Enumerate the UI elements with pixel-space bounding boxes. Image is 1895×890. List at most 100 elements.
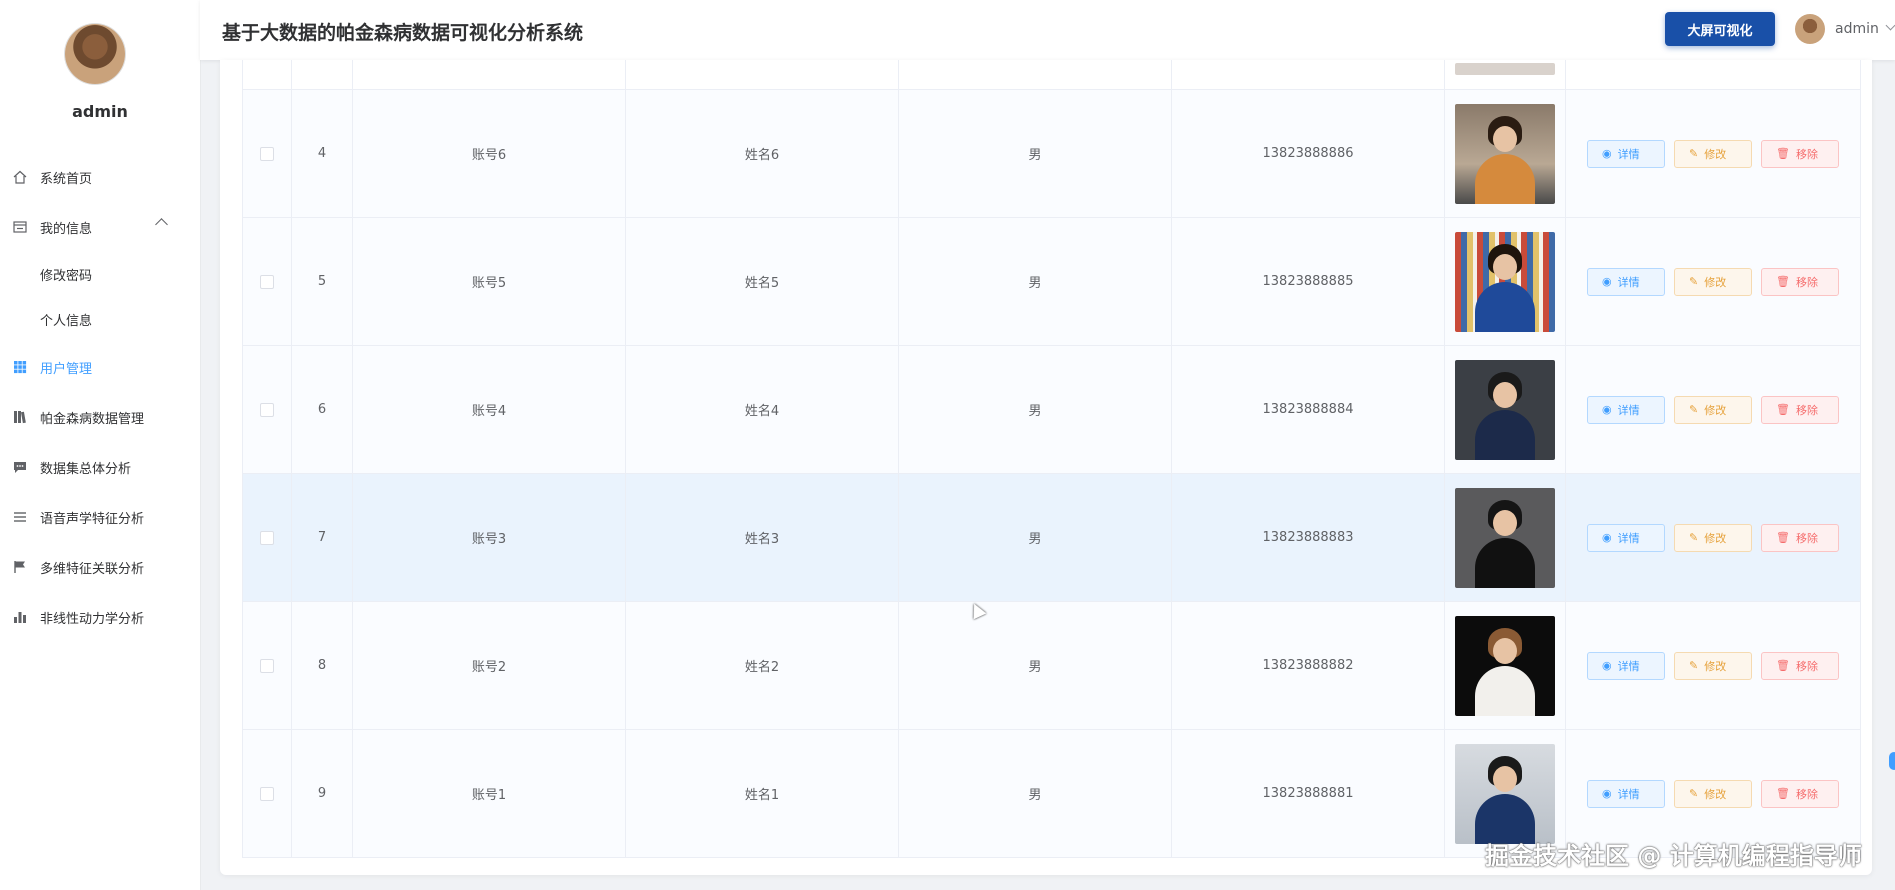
sidebar-item-personal-info[interactable]: 个人信息	[0, 297, 200, 342]
sidebar-item-label: 修改密码	[40, 269, 93, 284]
row-phone: 13823888885	[1172, 218, 1445, 345]
delete-button[interactable]: 🗑 移除	[1761, 779, 1839, 808]
detail-button[interactable]: ◉ 详情	[1587, 267, 1665, 296]
row-account: 账号5	[353, 218, 626, 345]
row-checkbox[interactable]	[260, 402, 274, 417]
trash-icon: 🗑	[1776, 403, 1790, 416]
sidebar-item-label: 帕金森病数据管理	[40, 411, 145, 427]
user-table: 4 账号6 姓名6 男 13823888886 ◉ 详情 ✎ 修改 🗑 移除 5…	[242, 60, 1861, 858]
trash-icon: 🗑	[1776, 147, 1790, 160]
row-checkbox[interactable]	[260, 658, 274, 673]
sidebar-menu: 系统首页 我的信息 修改密码 个人信息 用户管理 帕金森病数据管理 数据集总体分…	[0, 152, 200, 642]
sidebar-item-my-info[interactable]: 我的信息	[0, 202, 200, 252]
edit-button[interactable]: ✎ 修改	[1674, 523, 1752, 552]
sidebar-item-correlation-analysis[interactable]: 多维特征关联分析	[0, 542, 200, 592]
delete-button[interactable]: 🗑 移除	[1761, 395, 1839, 424]
row-phone: 13823888882	[1172, 602, 1445, 729]
eye-icon: ◉	[1602, 787, 1612, 800]
pencil-icon: ✎	[1689, 787, 1699, 800]
sidebar-item-home[interactable]: 系统首页	[0, 152, 200, 202]
list-icon	[12, 509, 28, 525]
table-row	[243, 60, 1860, 90]
sidebar-item-label: 用户管理	[40, 361, 93, 377]
table-row[interactable]: 4 账号6 姓名6 男 13823888886 ◉ 详情 ✎ 修改 🗑 移除	[243, 90, 1860, 218]
row-account: 账号6	[353, 90, 626, 217]
edit-button[interactable]: ✎ 修改	[1674, 779, 1752, 808]
page-title: 基于大数据的帕金森病数据可视化分析系统	[222, 22, 584, 44]
row-sex: 男	[899, 602, 1172, 729]
row-phone: 13823888886	[1172, 90, 1445, 217]
delete-button[interactable]: 🗑 移除	[1761, 523, 1839, 552]
row-checkbox[interactable]	[260, 530, 274, 545]
table-row[interactable]: 5 账号5 姓名5 男 13823888885 ◉ 详情 ✎ 修改 🗑 移除	[243, 218, 1860, 346]
delete-button[interactable]: 🗑 移除	[1761, 139, 1839, 168]
profile-icon	[12, 219, 28, 235]
row-name: 姓名6	[626, 90, 899, 217]
delete-button[interactable]: 🗑 移除	[1761, 651, 1839, 680]
edit-button[interactable]: ✎ 修改	[1674, 651, 1752, 680]
avatar[interactable]	[1795, 14, 1825, 44]
edit-button[interactable]: ✎ 修改	[1674, 267, 1752, 296]
chevron-down-icon[interactable]	[1885, 20, 1895, 31]
bigscreen-button[interactable]: 大屏可视化	[1665, 12, 1775, 46]
sidebar-item-label: 多维特征关联分析	[40, 561, 145, 577]
row-checkbox[interactable]	[260, 786, 274, 801]
flag-icon	[12, 559, 28, 575]
row-sex: 男	[899, 218, 1172, 345]
sidebar-item-parkinson-data[interactable]: 帕金森病数据管理	[0, 392, 200, 442]
row-account: 账号1	[353, 730, 626, 857]
eye-icon: ◉	[1602, 147, 1612, 160]
user-photo	[1455, 359, 1555, 460]
detail-button[interactable]: ◉ 详情	[1587, 395, 1665, 424]
sidebar-item-label: 个人信息	[40, 314, 93, 329]
row-name: 姓名5	[626, 218, 899, 345]
watermark: 掘金技术社区 @ 计算机编程指导师	[1485, 842, 1862, 870]
header-username[interactable]: admin	[1835, 21, 1879, 37]
eye-icon: ◉	[1602, 275, 1612, 288]
row-phone: 13823888881	[1172, 730, 1445, 857]
row-sex: 男	[899, 730, 1172, 857]
sidebar-item-dataset-analysis[interactable]: 数据集总体分析	[0, 442, 200, 492]
row-name: 姓名1	[626, 730, 899, 857]
row-index: 5	[292, 218, 353, 345]
row-phone: 13823888884	[1172, 346, 1445, 473]
eye-icon: ◉	[1602, 531, 1612, 544]
table-row[interactable]: 8 账号2 姓名2 男 13823888882 ◉ 详情 ✎ 修改 🗑 移除	[243, 602, 1860, 730]
table-row[interactable]: 6 账号4 姓名4 男 13823888884 ◉ 详情 ✎ 修改 🗑 移除	[243, 346, 1860, 474]
row-checkbox[interactable]	[260, 146, 274, 161]
chat-icon	[12, 459, 28, 475]
delete-button[interactable]: 🗑 移除	[1761, 267, 1839, 296]
detail-button[interactable]: ◉ 详情	[1587, 779, 1665, 808]
row-account: 账号4	[353, 346, 626, 473]
edit-button[interactable]: ✎ 修改	[1674, 395, 1752, 424]
row-index: 6	[292, 346, 353, 473]
eye-icon: ◉	[1602, 403, 1612, 416]
table-row[interactable]: 7 账号3 姓名3 男 13823888883 ◉ 详情 ✎ 修改 🗑 移除	[243, 474, 1860, 602]
sidebar-item-voice-analysis[interactable]: 语音声学特征分析	[0, 492, 200, 542]
user-photo	[1455, 231, 1555, 332]
row-name: 姓名2	[626, 602, 899, 729]
sidebar-item-user-management[interactable]: 用户管理	[0, 342, 200, 392]
detail-button[interactable]: ◉ 详情	[1587, 139, 1665, 168]
user-photo	[1455, 615, 1555, 716]
sidebar-item-label: 系统首页	[40, 171, 93, 187]
pencil-icon: ✎	[1689, 147, 1699, 160]
row-index: 7	[292, 474, 353, 601]
pencil-icon: ✎	[1689, 531, 1699, 544]
detail-button[interactable]: ◉ 详情	[1587, 523, 1665, 552]
row-index: 4	[292, 90, 353, 217]
scroll-indicator[interactable]	[1889, 752, 1895, 770]
detail-button[interactable]: ◉ 详情	[1587, 651, 1665, 680]
sidebar-item-nonlinear-analysis[interactable]: 非线性动力学分析	[0, 592, 200, 642]
row-sex: 男	[899, 474, 1172, 601]
row-phone: 13823888883	[1172, 474, 1445, 601]
edit-button[interactable]: ✎ 修改	[1674, 139, 1752, 168]
row-sex: 男	[899, 346, 1172, 473]
book-icon	[12, 409, 28, 425]
row-name: 姓名3	[626, 474, 899, 601]
eye-icon: ◉	[1602, 659, 1612, 672]
content-card: 4 账号6 姓名6 男 13823888886 ◉ 详情 ✎ 修改 🗑 移除 5…	[220, 60, 1872, 875]
row-checkbox[interactable]	[260, 274, 274, 289]
sidebar-item-change-password[interactable]: 修改密码	[0, 252, 200, 297]
row-account: 账号2	[353, 602, 626, 729]
